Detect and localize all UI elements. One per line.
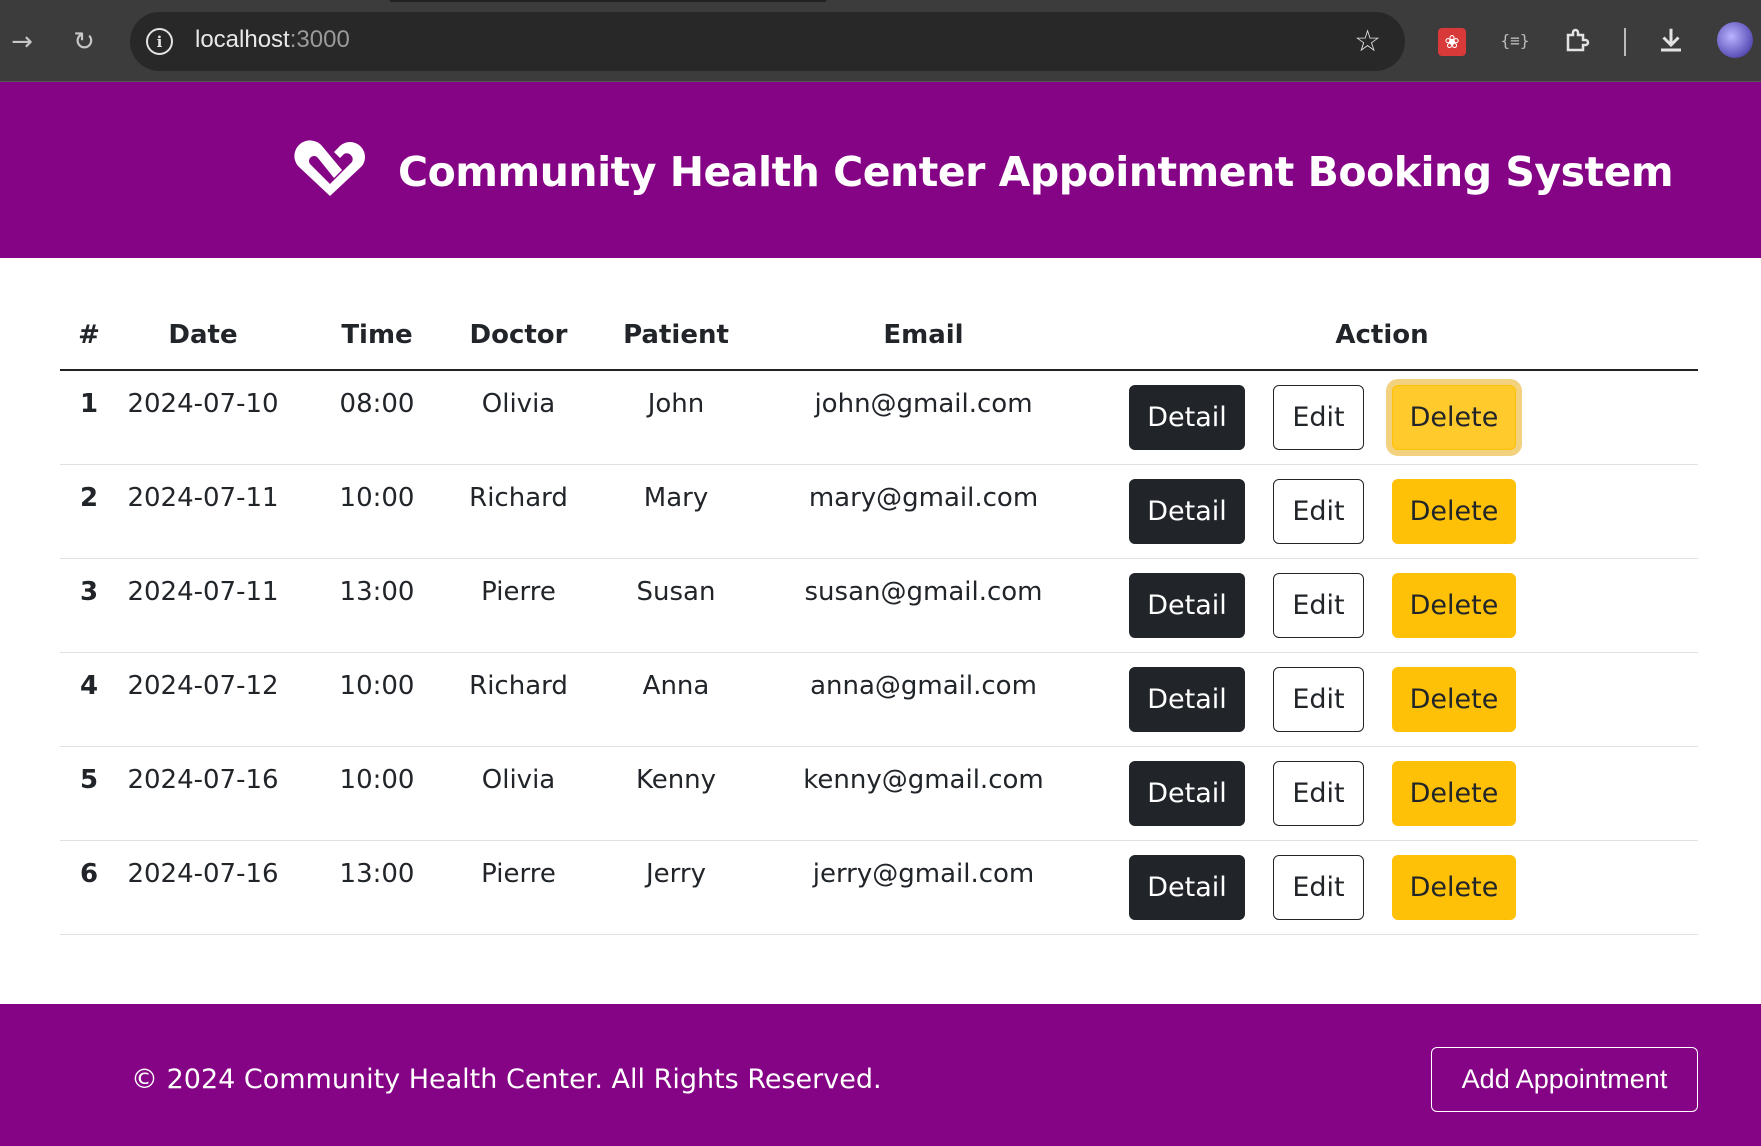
row-email: mary@gmail.com — [781, 464, 1066, 559]
row-actions: Detail Edit Delete — [1066, 746, 1698, 841]
star-icon[interactable]: ☆ — [1354, 24, 1381, 59]
detail-button[interactable]: Detail — [1129, 760, 1245, 826]
row-email: john@gmail.com — [781, 370, 1066, 465]
info-icon[interactable]: i — [146, 28, 173, 55]
row-actions: Detail Edit Delete — [1066, 652, 1698, 747]
row-time: 08:00 — [288, 370, 466, 465]
delete-button[interactable]: Delete — [1392, 572, 1516, 638]
row-doctor: Olivia — [466, 370, 571, 465]
table-row: 4 2024-07-12 10:00 Richard Anna anna@gma… — [60, 652, 1698, 747]
column-header-number: # — [60, 300, 118, 371]
row-patient: Susan — [571, 558, 781, 653]
column-header-patient: Patient — [571, 300, 781, 371]
table-row: 3 2024-07-11 13:00 Pierre Susan susan@gm… — [60, 558, 1698, 653]
row-date: 2024-07-16 — [118, 840, 288, 935]
row-patient: Kenny — [571, 746, 781, 841]
column-header-email: Email — [781, 300, 1066, 371]
row-doctor: Pierre — [466, 558, 571, 653]
delete-button[interactable]: Delete — [1392, 385, 1516, 450]
puzzle-icon[interactable] — [1560, 22, 1596, 58]
row-number: 3 — [60, 558, 118, 653]
extension-icon[interactable]: ❀ — [1438, 28, 1466, 56]
json-extension-icon[interactable]: {≡} — [1497, 22, 1533, 58]
row-email: anna@gmail.com — [781, 652, 1066, 747]
row-time: 13:00 — [288, 840, 466, 935]
tab-indicator — [390, 0, 826, 2]
address-bar[interactable]: i localhost:3000 ☆ — [130, 12, 1405, 71]
table-row: 2 2024-07-11 10:00 Richard Mary mary@gma… — [60, 464, 1698, 559]
row-date: 2024-07-10 — [118, 370, 288, 465]
edit-button[interactable]: Edit — [1273, 478, 1364, 544]
row-doctor: Richard — [466, 652, 571, 747]
detail-button[interactable]: Detail — [1129, 478, 1245, 544]
add-appointment-button[interactable]: Add Appointment — [1431, 1047, 1698, 1112]
edit-button[interactable]: Edit — [1273, 572, 1364, 638]
row-date: 2024-07-11 — [118, 464, 288, 559]
column-header-date: Date — [118, 300, 288, 371]
row-actions: Detail Edit Delete — [1066, 558, 1698, 653]
row-email: susan@gmail.com — [781, 558, 1066, 653]
row-actions: Detail Edit Delete — [1066, 840, 1698, 935]
detail-button[interactable]: Detail — [1129, 854, 1245, 920]
row-number: 6 — [60, 840, 118, 935]
row-doctor: Richard — [466, 464, 571, 559]
detail-button[interactable]: Detail — [1129, 572, 1245, 638]
column-header-time: Time — [288, 300, 466, 371]
page-title: Community Health Center Appointment Book… — [398, 148, 1674, 196]
row-patient: Anna — [571, 652, 781, 747]
row-doctor: Olivia — [466, 746, 571, 841]
row-number: 1 — [60, 370, 118, 465]
heart-logo-icon — [290, 134, 370, 204]
row-doctor: Pierre — [466, 840, 571, 935]
row-date: 2024-07-11 — [118, 558, 288, 653]
column-header-doctor: Doctor — [466, 300, 571, 371]
row-email: jerry@gmail.com — [781, 840, 1066, 935]
row-date: 2024-07-12 — [118, 652, 288, 747]
delete-button[interactable]: Delete — [1392, 854, 1516, 920]
row-actions: Detail Edit Delete — [1066, 464, 1698, 559]
edit-button[interactable]: Edit — [1273, 385, 1364, 450]
row-number: 5 — [60, 746, 118, 841]
url-text[interactable]: localhost:3000 — [195, 26, 350, 54]
toolbar-separator — [1624, 28, 1626, 56]
column-header-action: Action — [1066, 300, 1698, 371]
row-number: 2 — [60, 464, 118, 559]
detail-button[interactable]: Detail — [1129, 385, 1245, 450]
row-time: 10:00 — [288, 652, 466, 747]
detail-button[interactable]: Detail — [1129, 666, 1245, 732]
edit-button[interactable]: Edit — [1273, 666, 1364, 732]
row-patient: John — [571, 370, 781, 465]
table-row: 5 2024-07-16 10:00 Olivia Kenny kenny@gm… — [60, 746, 1698, 841]
row-patient: Jerry — [571, 840, 781, 935]
delete-button[interactable]: Delete — [1392, 478, 1516, 544]
download-icon[interactable] — [1653, 22, 1689, 58]
edit-button[interactable]: Edit — [1273, 760, 1364, 826]
delete-button[interactable]: Delete — [1392, 666, 1516, 732]
table-row: 6 2024-07-16 13:00 Pierre Jerry jerry@gm… — [60, 840, 1698, 935]
row-actions: Detail Edit Delete — [1066, 370, 1698, 465]
row-patient: Mary — [571, 464, 781, 559]
forward-arrow-icon[interactable]: → — [2, 22, 42, 62]
profile-avatar[interactable] — [1717, 22, 1753, 58]
row-date: 2024-07-16 — [118, 746, 288, 841]
row-number: 4 — [60, 652, 118, 747]
row-time: 13:00 — [288, 558, 466, 653]
edit-button[interactable]: Edit — [1273, 854, 1364, 920]
delete-button[interactable]: Delete — [1392, 760, 1516, 826]
row-time: 10:00 — [288, 464, 466, 559]
copyright-text: © 2024 Community Health Center. All Righ… — [131, 1064, 882, 1095]
table-row: 1 2024-07-10 08:00 Olivia John john@gmai… — [60, 370, 1698, 465]
appointments-table: # Date Time Doctor Patient Email Action … — [60, 300, 1698, 935]
browser-toolbar: → ↻ i localhost:3000 ☆ ❀ {≡} — [0, 0, 1761, 82]
reload-icon[interactable]: ↻ — [64, 22, 104, 62]
row-time: 10:00 — [288, 746, 466, 841]
table-header-row: # Date Time Doctor Patient Email Action — [60, 300, 1698, 371]
row-email: kenny@gmail.com — [781, 746, 1066, 841]
